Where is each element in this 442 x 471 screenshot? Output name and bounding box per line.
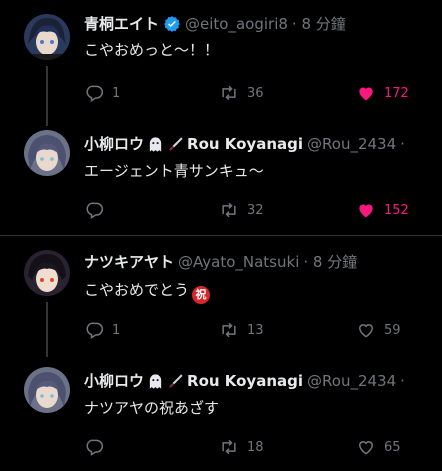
verified-badge-icon [164, 16, 180, 32]
reply-icon [86, 202, 104, 219]
tweet-text: こやおめっと～！！ [84, 41, 220, 59]
timestamp[interactable]: · [400, 371, 405, 391]
tweet-header: ナツキアヤト @Ayato_Natsuki · 8 分鐘 [84, 252, 357, 272]
reply-button[interactable]: 1 [84, 320, 120, 340]
retweet-button[interactable]: 36 [219, 83, 264, 103]
like-count: 152 [384, 202, 409, 218]
retweet-count: 32 [247, 202, 264, 218]
tweet-header: 小柳ロウ Rou Koyanagi @Rou_2434 · [84, 134, 405, 154]
tweet-text: ナツアヤの祝あざす [84, 399, 220, 417]
action-bar: 1 13 59 [84, 320, 434, 340]
retweet-icon [222, 439, 236, 455]
like-count: 59 [384, 322, 401, 338]
celebration-icon: 祝 [192, 286, 211, 304]
avatar[interactable] [24, 14, 70, 60]
reply-count: 1 [112, 322, 121, 338]
retweet-icon [222, 85, 236, 101]
tweet-2[interactable]: 小柳ロウ Rou Koyanagi @Rou_2434 · エージェント青サンキ… [0, 120, 442, 235]
timestamp[interactable]: · 8 分鐘 [292, 14, 346, 34]
like-button[interactable]: 59 [356, 320, 401, 340]
ghost-icon [149, 136, 162, 152]
like-count: 172 [384, 85, 409, 101]
tweet-3[interactable]: ナツキアヤト @Ayato_Natsuki · 8 分鐘 こやおめでとう祝 1 … [0, 236, 442, 357]
display-name[interactable]: ナツキアヤト [84, 252, 174, 272]
tweet-header: 小柳ロウ Rou Koyanagi @Rou_2434 · [84, 371, 405, 391]
reply-button[interactable] [84, 437, 112, 457]
reply-button[interactable]: 1 [84, 83, 120, 103]
like-button[interactable]: 65 [356, 437, 401, 457]
handle[interactable]: @Rou_2434 [307, 371, 396, 391]
retweet-button[interactable]: 13 [219, 320, 264, 340]
heart-outline-icon [358, 441, 374, 455]
display-name[interactable]: 小柳ロウ [84, 371, 144, 391]
tweet-text: こやおめでとう祝 [84, 280, 211, 304]
tweet-1[interactable]: 青桐エイト @eito_aogiri8 · 8 分鐘 こやおめっと～！！ 1 3… [0, 0, 442, 126]
tweet-header: 青桐エイト @eito_aogiri8 · 8 分鐘 [84, 14, 346, 34]
action-bar: 32 152 [84, 200, 434, 220]
timestamp[interactable]: · [400, 134, 405, 154]
retweet-icon [222, 202, 236, 218]
retweet-button[interactable]: 32 [219, 200, 264, 220]
retweet-button[interactable]: 18 [219, 437, 264, 457]
action-bar: 1 36 172 [84, 83, 434, 103]
like-button[interactable]: 152 [356, 200, 409, 220]
retweet-count: 36 [247, 85, 264, 101]
handle[interactable]: @Ayato_Natsuki [178, 252, 299, 272]
retweet-count: 13 [247, 322, 264, 338]
tweet-text-content: こやおめでとう [84, 281, 190, 299]
action-bar: 18 65 [84, 437, 434, 457]
heart-filled-icon [359, 204, 373, 218]
avatar[interactable] [24, 250, 70, 296]
heart-filled-icon [359, 87, 373, 101]
retweet-count: 18 [247, 439, 264, 455]
reply-button[interactable] [84, 200, 112, 220]
knife-icon [169, 373, 183, 388]
reply-icon [86, 322, 104, 339]
like-button[interactable]: 172 [356, 83, 409, 103]
display-name-suffix[interactable]: Rou Koyanagi [187, 371, 303, 391]
display-name[interactable]: 青桐エイト [84, 14, 159, 34]
knife-icon [169, 136, 183, 151]
thread-line [46, 66, 48, 126]
handle[interactable]: @Rou_2434 [307, 134, 396, 154]
heart-outline-icon [358, 324, 374, 338]
avatar[interactable] [24, 367, 70, 413]
reply-icon [86, 85, 104, 102]
thread-line [46, 302, 48, 357]
ghost-icon [149, 373, 162, 389]
timestamp[interactable]: · 8 分鐘 [303, 252, 357, 272]
tweet-4[interactable]: 小柳ロウ Rou Koyanagi @Rou_2434 · ナツアヤの祝あざす … [0, 351, 442, 471]
retweet-icon [222, 322, 236, 338]
display-name[interactable]: 小柳ロウ [84, 134, 144, 154]
reply-icon [86, 439, 104, 456]
display-name-suffix[interactable]: Rou Koyanagi [187, 134, 303, 154]
handle[interactable]: @eito_aogiri8 [185, 14, 288, 34]
tweet-text: エージェント青サンキュ～ [84, 162, 264, 180]
like-count: 65 [384, 439, 401, 455]
reply-count: 1 [112, 85, 121, 101]
avatar[interactable] [24, 130, 70, 176]
